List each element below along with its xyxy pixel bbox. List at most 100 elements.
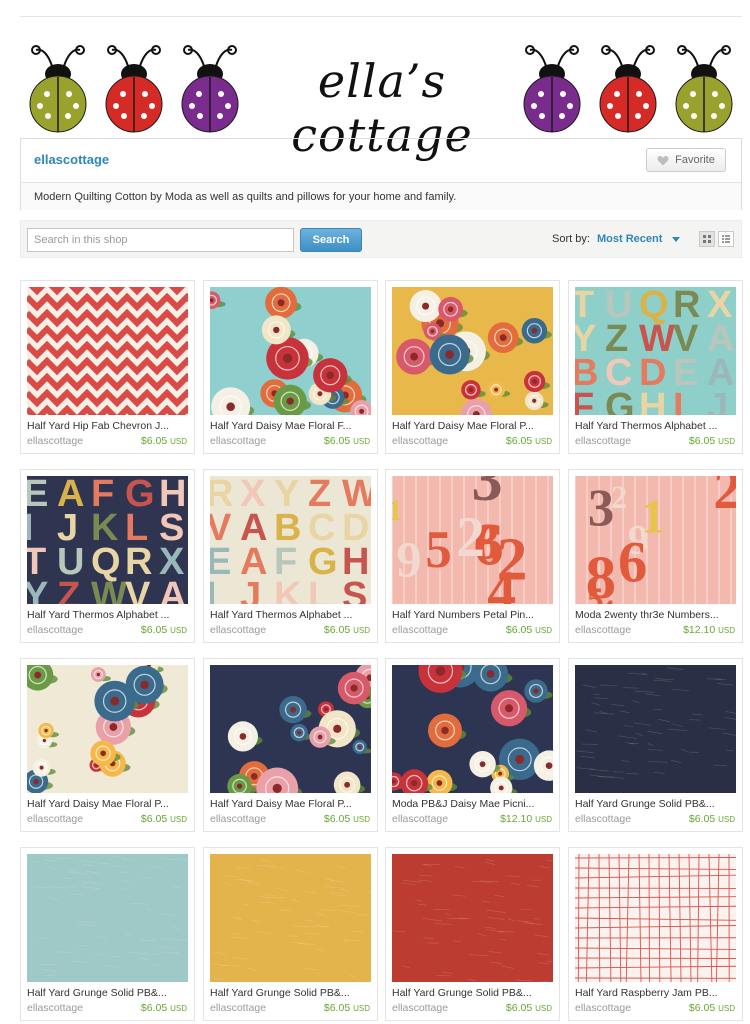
listing-card[interactable]: EAFGHIJKLSTUQRXYZWVA Half Yard Thermos A…	[20, 469, 195, 643]
svg-text:I: I	[673, 386, 684, 415]
listing-seller[interactable]: ellascottage	[575, 624, 631, 636]
shop-description: Modern Quilting Cotton by Moda as well a…	[34, 191, 457, 203]
price-currency: USD	[353, 1004, 370, 1013]
listing-card[interactable]: Half Yard Raspberry Jam PB... ellascotta…	[568, 847, 743, 1021]
listing-title[interactable]: Half Yard Thermos Alphabet ...	[210, 609, 372, 621]
listing-card[interactable]: 592316824 Moda 2wenty thr3e Numbers... e…	[568, 469, 743, 643]
price-currency: USD	[535, 437, 552, 446]
listing-price: $6.05 USD	[324, 435, 370, 447]
ladybug-icon	[520, 44, 584, 134]
price-amount: $6.05	[688, 1002, 716, 1014]
listing-seller[interactable]: ellascottage	[210, 813, 266, 825]
listing-seller[interactable]: ellascottage	[27, 435, 83, 447]
listing-seller[interactable]: ellascottage	[575, 1002, 631, 1014]
listing-title[interactable]: Half Yard Numbers Petal Pin...	[392, 609, 554, 621]
price-amount: $12.10	[683, 624, 716, 636]
listing-image[interactable]	[210, 287, 371, 415]
caret-down-icon[interactable]	[672, 237, 680, 242]
listing-image[interactable]: EAFGHIJKLSTUQRXYZWVA	[27, 476, 188, 604]
search-button[interactable]: Search	[300, 228, 362, 252]
price-amount: $6.05	[140, 435, 168, 447]
listing-title[interactable]: Half Yard Raspberry Jam PB...	[575, 987, 737, 999]
list-view-button[interactable]	[718, 231, 734, 247]
listing-seller[interactable]: ellascottage	[210, 624, 266, 636]
listing-image[interactable]	[27, 854, 188, 982]
listing-seller[interactable]: ellascottage	[27, 1002, 83, 1014]
listing-seller[interactable]: ellascottage	[392, 813, 448, 825]
listing-card[interactable]: Half Yard Hip Fab Chevron J... ellascott…	[20, 280, 195, 454]
listing-image[interactable]: 592316824	[392, 476, 553, 604]
listing-image[interactable]	[575, 854, 736, 982]
listing-image[interactable]	[210, 665, 371, 793]
favorite-button[interactable]: Favorite	[646, 148, 726, 172]
listing-title[interactable]: Half Yard Daisy Mae Floral P...	[27, 798, 189, 810]
price-currency: USD	[170, 626, 187, 635]
listing-seller[interactable]: ellascottage	[210, 435, 266, 447]
listing-seller[interactable]: ellascottage	[392, 624, 448, 636]
listing-title[interactable]: Half Yard Grunge Solid PB&...	[27, 987, 189, 999]
listing-title[interactable]: Half Yard Thermos Alphabet ...	[27, 609, 189, 621]
svg-text:G: G	[605, 386, 635, 415]
listing-card[interactable]: Half Yard Daisy Mae Floral F... ellascot…	[203, 280, 378, 454]
listing-image[interactable]: RXYZWVABCDEAFGHIJKLS	[210, 476, 371, 604]
svg-text:2: 2	[456, 506, 485, 569]
listing-seller[interactable]: ellascottage	[210, 1002, 266, 1014]
price-currency: USD	[718, 626, 735, 635]
listing-card[interactable]: TUQRXYZWVABCDEAFGHIJ Half Yard Thermos A…	[568, 280, 743, 454]
favorite-label: Favorite	[675, 154, 715, 166]
listing-price: $6.05 USD	[689, 1002, 735, 1014]
price-currency: USD	[535, 1004, 552, 1013]
listing-card[interactable]: 592316824 Half Yard Numbers Petal Pin...…	[385, 469, 560, 643]
svg-text:5: 5	[425, 521, 451, 579]
listing-image[interactable]	[392, 854, 553, 982]
listing-price: $6.05 USD	[324, 813, 370, 825]
listing-card[interactable]: Half Yard Daisy Mae Floral P... ellascot…	[203, 658, 378, 832]
sort-label: Sort by:	[552, 233, 590, 245]
listing-seller[interactable]: ellascottage	[27, 624, 83, 636]
listing-card[interactable]: Half Yard Daisy Mae Floral P... ellascot…	[385, 280, 560, 454]
listing-image[interactable]	[575, 665, 736, 793]
listing-card[interactable]: RXYZWVABCDEAFGHIJKLS Half Yard Thermos A…	[203, 469, 378, 643]
listing-seller[interactable]: ellascottage	[392, 435, 448, 447]
listing-title[interactable]: Half Yard Grunge Solid PB&...	[392, 987, 554, 999]
sort-dropdown[interactable]: Most Recent	[597, 233, 662, 245]
listing-card[interactable]: Half Yard Grunge Solid PB&... ellascotta…	[203, 847, 378, 1021]
listing-card[interactable]: Half Yard Grunge Solid PB&... ellascotta…	[385, 847, 560, 1021]
listing-title[interactable]: Half Yard Grunge Solid PB&...	[575, 798, 737, 810]
listing-title[interactable]: Half Yard Hip Fab Chevron J...	[27, 420, 189, 432]
svg-text:4: 4	[487, 558, 516, 604]
listing-card[interactable]: Moda PB&J Daisy Mae Picni... ellascottag…	[385, 658, 560, 832]
listing-image[interactable]	[27, 287, 188, 415]
listing-title[interactable]: Half Yard Daisy Mae Floral F...	[210, 420, 372, 432]
svg-text:W: W	[91, 575, 127, 604]
listing-title[interactable]: Half Yard Daisy Mae Floral P...	[210, 798, 372, 810]
search-input[interactable]	[27, 228, 294, 252]
listing-image[interactable]	[392, 287, 553, 415]
listing-card[interactable]: Half Yard Daisy Mae Floral P... ellascot…	[20, 658, 195, 832]
listing-title[interactable]: Half Yard Thermos Alphabet ...	[575, 420, 737, 432]
svg-text:6: 6	[618, 529, 647, 594]
shop-name-link[interactable]: ellascottage	[34, 152, 109, 167]
listing-image[interactable]	[210, 854, 371, 982]
shop-description-row: Modern Quilting Cotton by Moda as well a…	[21, 182, 741, 210]
listing-title[interactable]: Half Yard Daisy Mae Floral P...	[392, 420, 554, 432]
price-currency: USD	[353, 626, 370, 635]
listing-card[interactable]: Half Yard Grunge Solid PB&... ellascotta…	[568, 658, 743, 832]
listing-seller[interactable]: ellascottage	[392, 1002, 448, 1014]
listing-seller[interactable]: ellascottage	[575, 813, 631, 825]
listing-image[interactable]	[392, 665, 553, 793]
grid-view-button[interactable]	[699, 231, 715, 247]
listing-seller[interactable]: ellascottage	[575, 435, 631, 447]
listing-price: $12.10 USD	[500, 813, 552, 825]
listing-title[interactable]: Moda PB&J Daisy Mae Picni...	[392, 798, 554, 810]
listing-title[interactable]: Moda 2wenty thr3e Numbers...	[575, 609, 737, 621]
listing-price: $6.05 USD	[324, 624, 370, 636]
listing-image[interactable]	[27, 665, 188, 793]
price-currency: USD	[170, 1004, 187, 1013]
listing-card[interactable]: Half Yard Grunge Solid PB&... ellascotta…	[20, 847, 195, 1021]
listing-image[interactable]: TUQRXYZWVABCDEAFGHIJ	[575, 287, 736, 415]
listing-seller[interactable]: ellascottage	[27, 813, 83, 825]
listing-image[interactable]: 592316824	[575, 476, 736, 604]
listing-title[interactable]: Half Yard Grunge Solid PB&...	[210, 987, 372, 999]
listing-price: $6.05 USD	[506, 1002, 552, 1014]
